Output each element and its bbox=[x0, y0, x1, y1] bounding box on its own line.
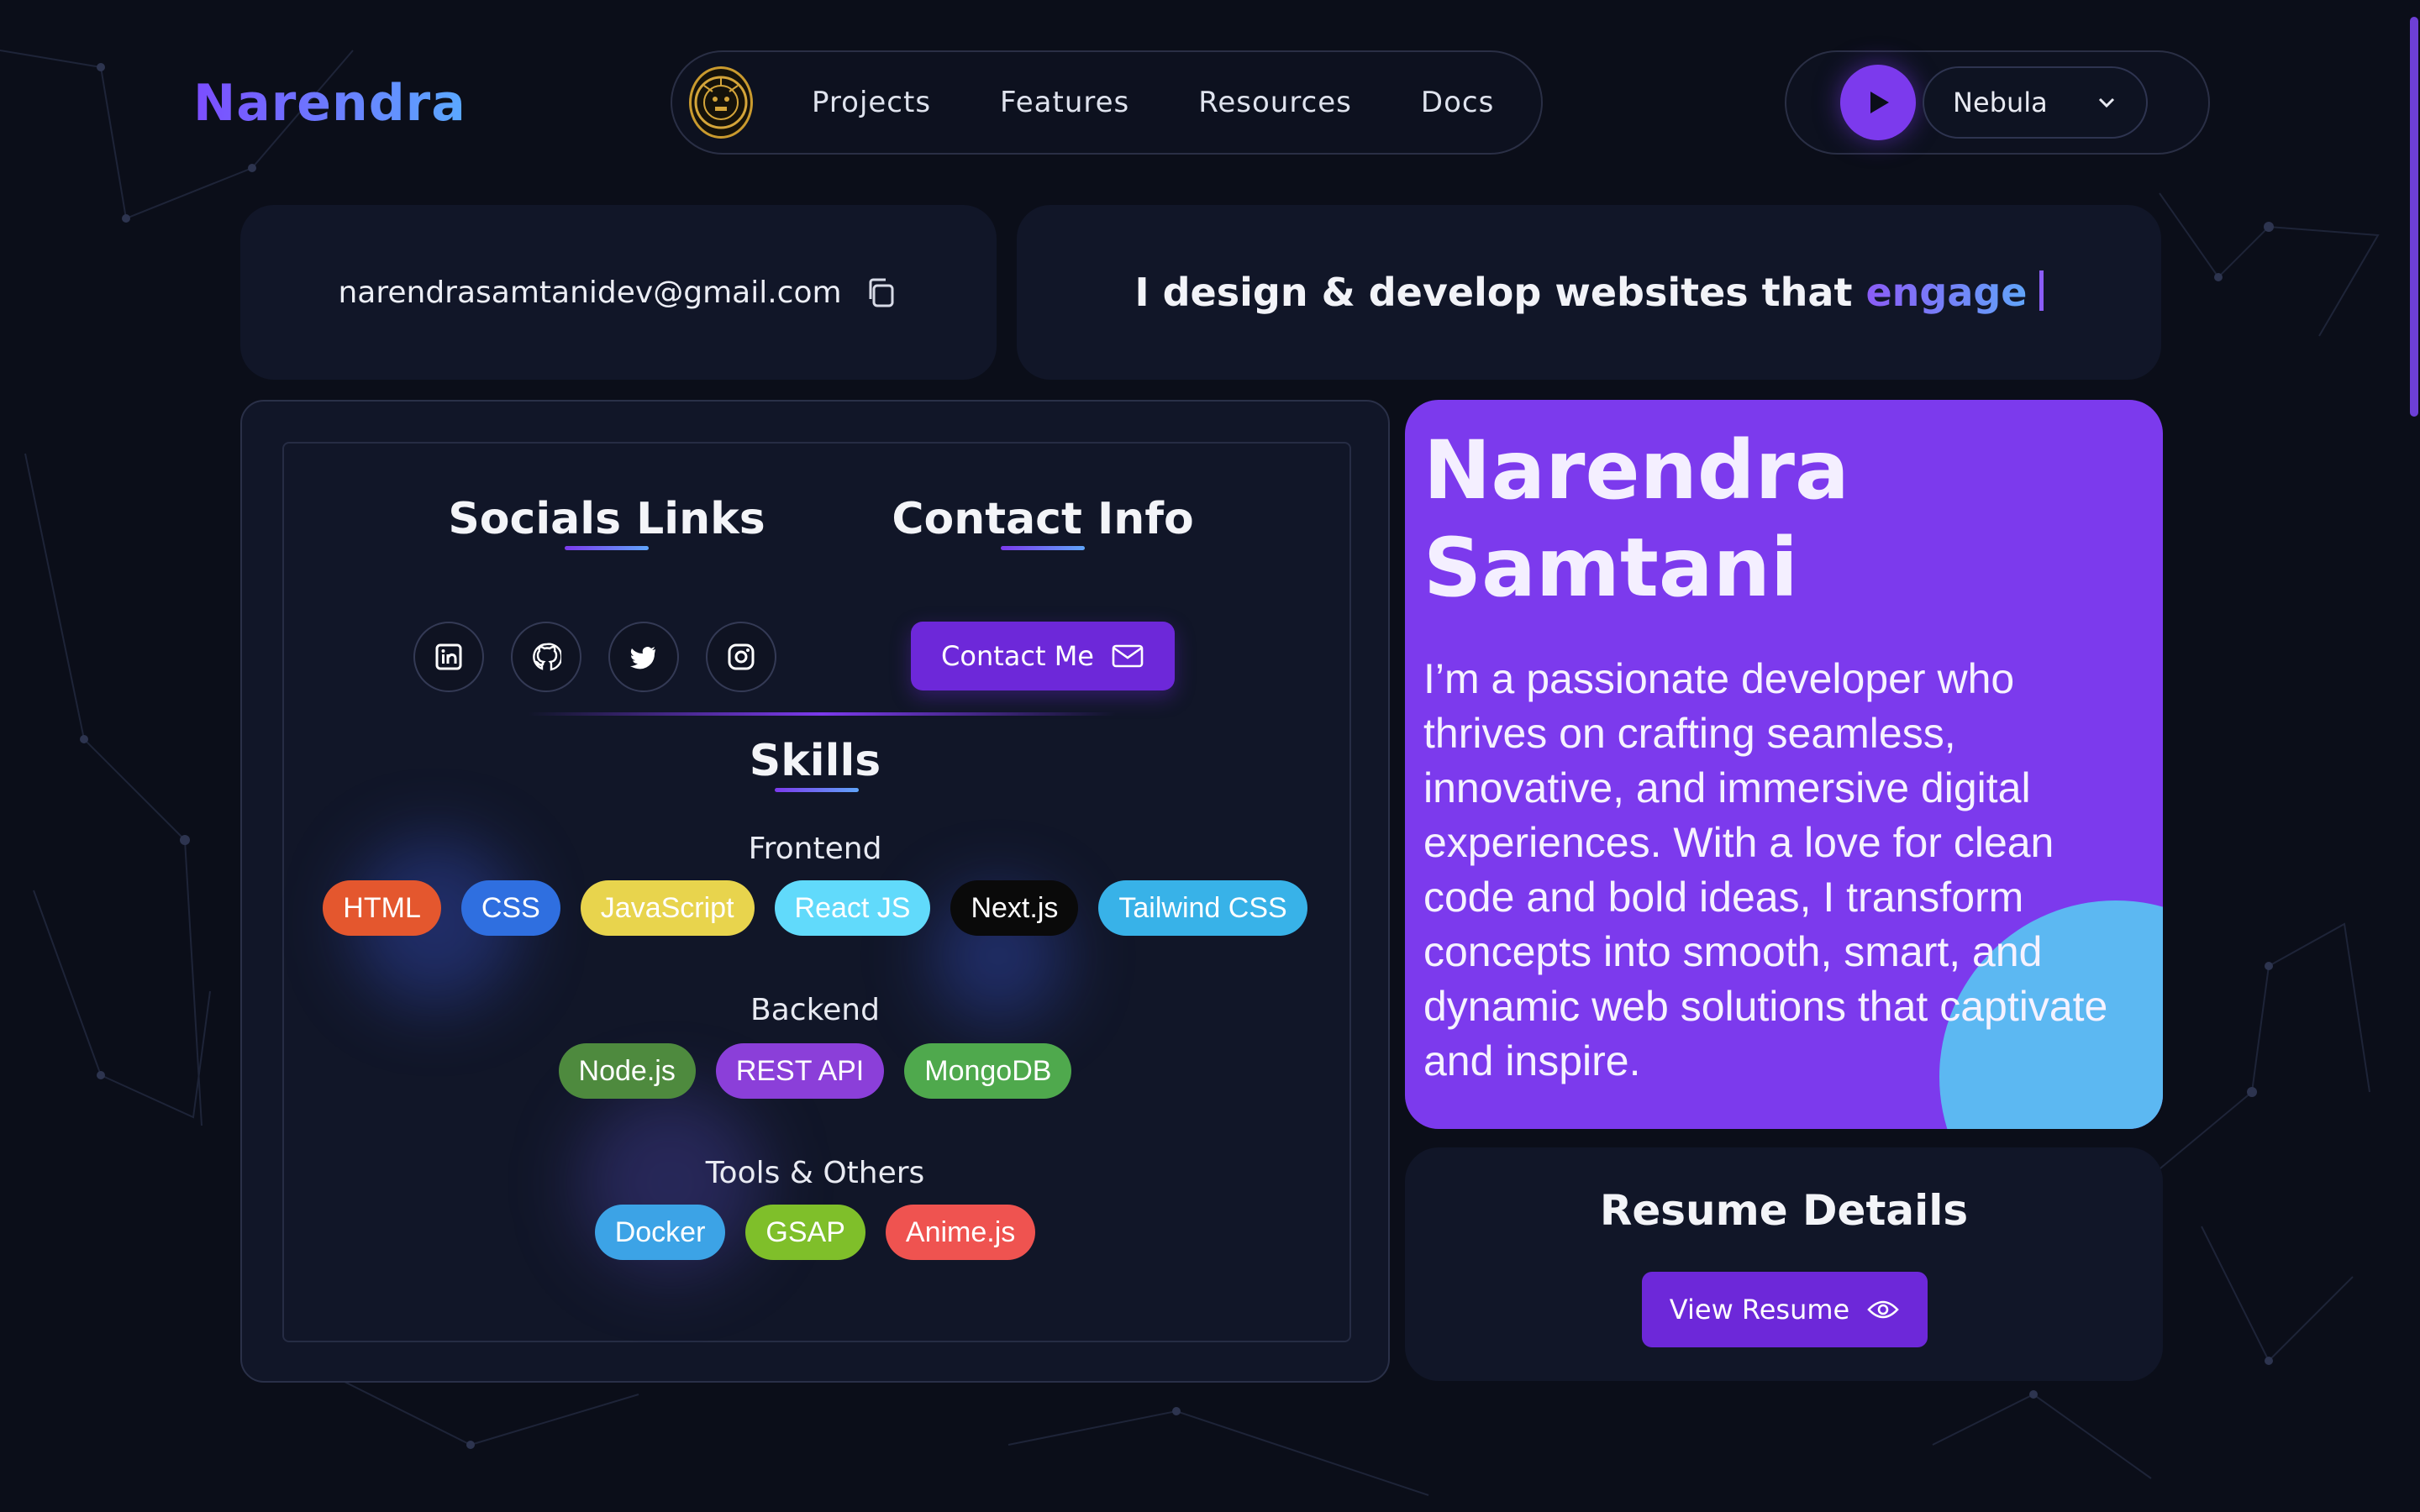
tagline-main: I design & develop websites that bbox=[1134, 270, 1866, 315]
github-icon bbox=[533, 643, 561, 671]
mail-icon bbox=[1112, 644, 1144, 668]
skill-tags-tools: Docker GSAP Anime.js bbox=[242, 1205, 1388, 1260]
linkedin-button[interactable] bbox=[413, 622, 484, 692]
skill-tag-mongodb: MongoDB bbox=[904, 1043, 1072, 1099]
aztec-emblem-icon bbox=[694, 76, 748, 129]
theme-select-value: Nebula bbox=[1953, 87, 2048, 118]
twitter-icon bbox=[630, 647, 655, 669]
tagline-text: I design & develop websites that engage bbox=[1134, 270, 2044, 315]
contact-title: Contact Info bbox=[892, 494, 1194, 544]
page-scrollbar[interactable] bbox=[2407, 0, 2420, 1512]
socials-underline bbox=[565, 546, 649, 550]
skill-tag-react: React JS bbox=[774, 880, 931, 936]
bio-name-first: Narendra bbox=[1423, 423, 1849, 517]
resume-card: Resume Details View Resume bbox=[1405, 1147, 2163, 1381]
instagram-button[interactable] bbox=[706, 622, 776, 692]
main-nav: Projects Features Resources Docs bbox=[671, 50, 1543, 155]
bio-name-last: Samtani bbox=[1423, 521, 1798, 615]
site-logo[interactable]: Narendra bbox=[193, 74, 466, 133]
github-button[interactable] bbox=[511, 622, 581, 692]
tagline-highlight: engage bbox=[1865, 270, 2028, 315]
skill-tag-rest-api: REST API bbox=[715, 1043, 885, 1099]
eye-icon bbox=[1867, 1300, 1899, 1319]
contact-me-button[interactable]: Contact Me bbox=[911, 622, 1175, 690]
skill-group-label-frontend: Frontend bbox=[748, 832, 882, 866]
nav-docs[interactable]: Docs bbox=[1421, 86, 1494, 119]
info-panel: Socials Links Contact Info Contact Me Sk… bbox=[240, 400, 1390, 1383]
view-resume-label: View Resume bbox=[1669, 1294, 1850, 1326]
skill-tag-tailwind: Tailwind CSS bbox=[1098, 880, 1307, 936]
instagram-icon bbox=[728, 643, 755, 670]
email-address: narendrasamtanidev@gmail.com bbox=[338, 275, 842, 310]
nav-features[interactable]: Features bbox=[1000, 86, 1129, 119]
skill-tags-backend: Node.js REST API MongoDB bbox=[242, 1043, 1388, 1099]
skill-tag-css: CSS bbox=[460, 880, 560, 936]
theme-select[interactable]: Nebula bbox=[1923, 66, 2148, 139]
contact-underline bbox=[1001, 546, 1085, 550]
skill-tag-nodejs: Node.js bbox=[558, 1043, 696, 1099]
twitter-button[interactable] bbox=[608, 622, 679, 692]
section-divider bbox=[528, 712, 1116, 716]
tagline-card: I design & develop websites that engage bbox=[1017, 205, 2161, 380]
copy-icon[interactable] bbox=[862, 274, 899, 311]
play-icon bbox=[1870, 92, 1889, 113]
resume-title: Resume Details bbox=[1599, 1186, 1969, 1235]
bio-card: Narendra Samtani I’m a passionate develo… bbox=[1405, 400, 2163, 1129]
nav-resources[interactable]: Resources bbox=[1198, 86, 1352, 119]
bio-name: Narendra Samtani bbox=[1423, 422, 1849, 617]
emblem-logo[interactable] bbox=[689, 66, 753, 139]
view-resume-button[interactable]: View Resume bbox=[1642, 1272, 1928, 1347]
scrollbar-thumb[interactable] bbox=[2410, 17, 2418, 417]
skills-underline bbox=[775, 788, 859, 792]
skill-tags-frontend: HTML CSS JavaScript React JS Next.js Tai… bbox=[242, 880, 1388, 936]
skill-tag-html: HTML bbox=[323, 880, 441, 936]
chevron-down-icon bbox=[2098, 97, 2115, 108]
bio-description: I’m a passionate developer who thrives o… bbox=[1423, 655, 2108, 1084]
skill-tag-animejs: Anime.js bbox=[885, 1205, 1036, 1260]
socials-title: Socials Links bbox=[448, 494, 765, 544]
skill-tag-nextjs: Next.js bbox=[950, 880, 1079, 936]
contact-me-label: Contact Me bbox=[941, 640, 1094, 672]
skill-group-label-tools: Tools & Others bbox=[705, 1156, 925, 1190]
typing-caret bbox=[2039, 270, 2044, 311]
email-card: narendrasamtanidev@gmail.com bbox=[240, 205, 997, 380]
play-button[interactable] bbox=[1840, 65, 1916, 140]
linkedin-icon bbox=[435, 643, 462, 670]
skill-group-label-backend: Backend bbox=[750, 993, 880, 1027]
nav-projects[interactable]: Projects bbox=[812, 86, 931, 119]
skills-title: Skills bbox=[749, 736, 881, 786]
skill-tag-javascript: JavaScript bbox=[580, 880, 755, 936]
music-player: Nebula bbox=[1785, 50, 2210, 155]
skill-tag-docker: Docker bbox=[594, 1205, 726, 1260]
skill-tag-gsap: GSAP bbox=[745, 1205, 865, 1260]
